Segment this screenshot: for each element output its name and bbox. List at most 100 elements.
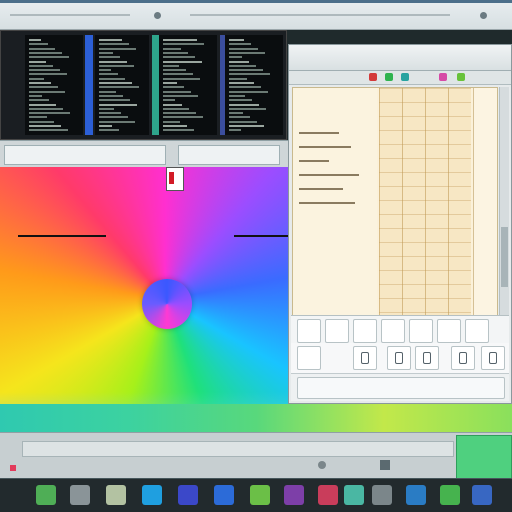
code-line	[163, 64, 179, 67]
code-line	[29, 86, 58, 89]
code-line	[99, 94, 123, 97]
tool-button[interactable]	[481, 346, 505, 370]
code-line	[163, 94, 198, 97]
record-marker-icon[interactable]	[10, 465, 16, 471]
code-line	[229, 120, 257, 123]
code-line	[163, 99, 175, 102]
dock-app-icon[interactable]	[142, 485, 162, 505]
swatch-red-fill	[169, 172, 174, 184]
code-pane[interactable]	[225, 35, 283, 135]
playhead-knob[interactable]	[318, 461, 326, 469]
code-line	[99, 56, 120, 59]
code-line	[163, 39, 197, 41]
code-line	[29, 120, 54, 123]
tool-button[interactable]	[297, 346, 321, 370]
color-swatch-icon[interactable]	[166, 167, 184, 191]
dock-app-icon[interactable]	[106, 485, 126, 505]
color-wheel-hub-icon[interactable]	[142, 279, 192, 329]
code-line	[229, 39, 244, 41]
dock-app-icon[interactable]	[440, 485, 460, 505]
pane-selection-bar[interactable]	[85, 35, 93, 135]
dock-app-icon[interactable]	[284, 485, 304, 505]
dock-app-icon[interactable]	[472, 485, 492, 505]
tool-button[interactable]	[353, 346, 377, 370]
tool-button[interactable]	[437, 319, 461, 343]
code-line	[29, 82, 51, 84]
property-field[interactable]	[4, 145, 166, 165]
tool-button[interactable]	[465, 319, 489, 343]
property-field[interactable]	[178, 145, 280, 165]
code-pane[interactable]	[25, 35, 83, 135]
code-line	[163, 77, 200, 80]
code-line	[29, 77, 44, 80]
dock-app-icon[interactable]	[344, 485, 364, 505]
code-line	[229, 43, 251, 46]
code-line	[29, 107, 63, 110]
code-pane[interactable]	[159, 35, 217, 135]
code-line	[163, 43, 204, 46]
code-pane[interactable]	[95, 35, 149, 135]
code-line	[29, 64, 53, 67]
spreadsheet-grid[interactable]	[379, 88, 471, 344]
tool-button[interactable]	[451, 346, 475, 370]
timeline-track[interactable]	[22, 441, 454, 457]
code-line	[99, 43, 129, 46]
dock-app-icon[interactable]	[70, 485, 90, 505]
red-icon[interactable]	[369, 73, 377, 81]
code-line	[99, 60, 127, 63]
tool-button[interactable]	[415, 346, 439, 370]
text-column	[293, 88, 377, 344]
dock	[0, 478, 512, 512]
code-line	[229, 77, 247, 80]
code-line	[229, 86, 261, 89]
code-line	[99, 125, 112, 127]
window-dot-icon[interactable]	[480, 12, 487, 19]
guide-line[interactable]	[234, 235, 290, 237]
code-line	[163, 69, 186, 72]
tool-button[interactable]	[325, 319, 349, 343]
tool-button[interactable]	[297, 319, 321, 343]
code-line	[29, 94, 42, 97]
code-line	[163, 47, 181, 50]
document-page[interactable]	[292, 87, 498, 345]
window-dot-icon[interactable]	[154, 12, 161, 19]
code-line	[99, 107, 114, 110]
scrollbar-thumb[interactable]	[501, 227, 508, 287]
tool-button[interactable]	[387, 346, 411, 370]
tool-palette-row	[291, 373, 509, 401]
color-wheel-canvas[interactable]	[0, 167, 290, 432]
side-column	[473, 88, 497, 344]
tool-button[interactable]	[381, 319, 405, 343]
code-line	[229, 69, 263, 72]
teal-icon[interactable]	[401, 73, 409, 81]
dock-app-icon[interactable]	[36, 485, 56, 505]
dock-app-icon[interactable]	[318, 485, 338, 505]
tool-button[interactable]	[353, 319, 377, 343]
guide-line[interactable]	[18, 235, 106, 237]
tool-palette-row	[291, 315, 509, 343]
code-line	[229, 125, 264, 127]
dock-app-icon[interactable]	[178, 485, 198, 505]
code-line	[29, 112, 70, 115]
play-icon[interactable]	[380, 460, 390, 470]
lime-icon[interactable]	[457, 73, 465, 81]
dock-app-icon[interactable]	[214, 485, 234, 505]
code-line	[163, 107, 189, 110]
dock-app-icon[interactable]	[406, 485, 426, 505]
code-line	[163, 82, 177, 84]
code-line	[99, 77, 125, 80]
green-icon[interactable]	[385, 73, 393, 81]
code-line	[229, 112, 243, 115]
code-line	[163, 73, 193, 76]
dock-app-icon[interactable]	[372, 485, 392, 505]
tool-button[interactable]	[409, 319, 433, 343]
pink-icon[interactable]	[439, 73, 447, 81]
document-title-bar	[289, 45, 511, 71]
preview-thumbnail[interactable]	[456, 435, 512, 479]
dock-app-icon[interactable]	[250, 485, 270, 505]
vertical-scrollbar[interactable]	[499, 87, 509, 345]
code-line	[99, 86, 139, 89]
code-line	[163, 129, 194, 132]
code-line	[99, 73, 118, 76]
code-line	[99, 120, 135, 123]
